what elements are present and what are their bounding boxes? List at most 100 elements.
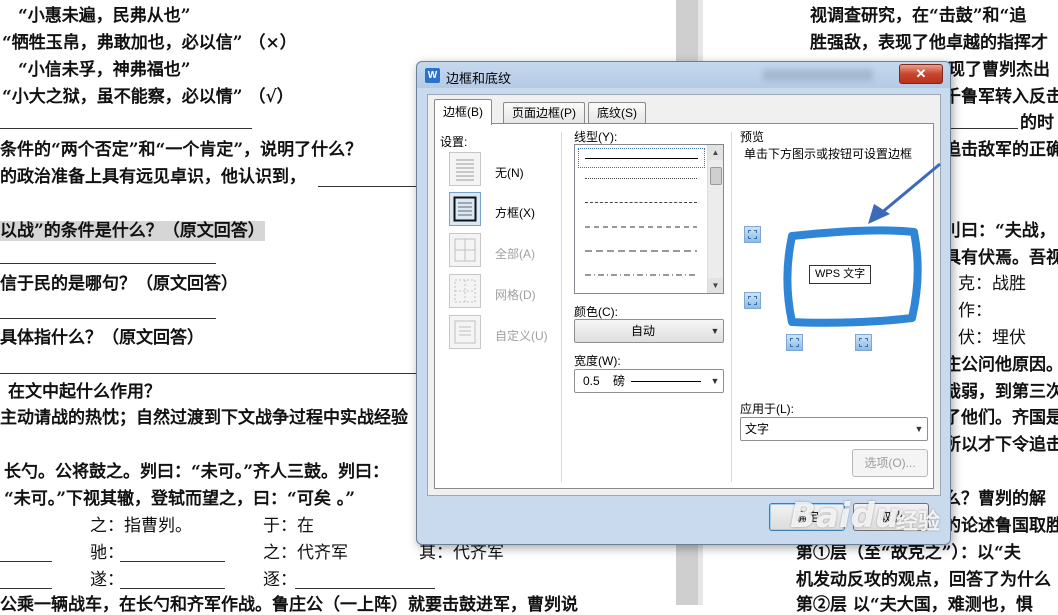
doc-line: 所以才下令追击 bbox=[944, 435, 1058, 455]
doc-line: “小信未孚，神弗福也” bbox=[18, 60, 191, 80]
answer-underline bbox=[0, 373, 416, 374]
options-button[interactable]: 选项(O)... bbox=[852, 449, 928, 477]
doc-line: 庄公问他原因。 bbox=[944, 355, 1058, 375]
line-style-label: 线型(Y): bbox=[574, 130, 618, 144]
doc-line: 伏：埋伏 bbox=[958, 328, 1026, 348]
doc-line: 的时 bbox=[1020, 113, 1054, 133]
apply-to-select[interactable]: 文字 ▼ bbox=[740, 417, 928, 441]
color-value: 自动 bbox=[631, 324, 656, 338]
wps-app-icon: W bbox=[425, 68, 440, 83]
watermark-suffix: 经验 bbox=[896, 510, 941, 535]
doc-line: 现了曹刿杰出 bbox=[948, 60, 1050, 80]
chevron-down-icon: ▼ bbox=[914, 424, 924, 434]
setting-custom-icon bbox=[449, 315, 481, 349]
answer-underline bbox=[120, 561, 225, 562]
doc-line: 机发动反攻的观点，回答了为什么 bbox=[796, 570, 1051, 590]
line-style-fine-dash[interactable] bbox=[579, 193, 703, 213]
close-button[interactable]: ✕ bbox=[899, 64, 943, 84]
borders-tab-panel: 设置: 无(N) 方框(X) 全部(A) 网格(D) 自定义(U) 线型(Y):… bbox=[434, 123, 934, 489]
apply-to-label: 应用于(L): bbox=[740, 402, 795, 416]
line-style-list[interactable]: ▲ ▼ bbox=[574, 144, 724, 294]
answer-underline bbox=[0, 128, 252, 129]
answer-underline bbox=[0, 318, 216, 319]
preview-hint: 单击下方图示或按钮可设置边框 bbox=[744, 147, 913, 161]
setting-none-icon[interactable] bbox=[449, 152, 481, 186]
color-select[interactable]: 自动 ▼ bbox=[574, 319, 724, 343]
line-style-solid[interactable] bbox=[578, 148, 705, 168]
setting-custom-label: 自定义(U) bbox=[495, 329, 548, 343]
width-label: 宽度(W): bbox=[574, 354, 621, 368]
doc-line: 克：战胜 bbox=[958, 274, 1026, 294]
scroll-thumb[interactable] bbox=[710, 167, 722, 185]
doc-line: 第②层 以“夫大国，难测也，惧 bbox=[796, 595, 1033, 615]
apply-to-value: 文字 bbox=[745, 422, 770, 436]
width-unit: 磅 bbox=[613, 374, 626, 388]
border-top-toggle-icon[interactable] bbox=[744, 226, 761, 243]
doc-line: 遂： bbox=[90, 570, 124, 590]
doc-line: 长勺。公将鼓之。刿曰：“未可。”齐人三鼓。刿曰： bbox=[4, 462, 390, 482]
doc-line: 胜强敌，表现了他卓越的指挥才 bbox=[810, 33, 1048, 53]
borders-shading-dialog: W 边框和底纹 ✕ 边框(B) 页面边框(P) 底纹(S) 设置: 无(N) 方… bbox=[416, 61, 951, 545]
doc-line: 哉弱，到第三次 bbox=[944, 382, 1058, 402]
border-bottom-toggle-icon[interactable] bbox=[744, 292, 761, 309]
line-style-long-dash[interactable] bbox=[579, 241, 703, 261]
settings-label: 设置: bbox=[440, 135, 468, 149]
setting-all-label: 全部(A) bbox=[495, 247, 535, 261]
doc-line: 公乘一辆战车，在长勺和齐军作战。鲁庄公（一上阵）就要击鼓进军，曹刿说 bbox=[0, 595, 578, 615]
highlighted-text: 以战”的条件是什么？（原文回答） bbox=[0, 221, 265, 241]
doc-line: 条件的“两个否定”和“一个肯定”，说明了什么？ bbox=[0, 140, 363, 160]
doc-line: 主动请战的热忱；自然过渡到下文战争过程中实战经验 bbox=[0, 408, 408, 428]
line-style-dash[interactable] bbox=[579, 217, 703, 237]
doc-line: 以战”的条件是什么？（原文回答） bbox=[0, 221, 265, 241]
border-left-toggle-icon[interactable] bbox=[786, 334, 803, 351]
title-bar-blur bbox=[763, 69, 873, 81]
column-divider bbox=[731, 132, 732, 482]
width-value: 0.5 bbox=[583, 374, 600, 388]
setting-all-icon bbox=[449, 233, 481, 267]
line-style-dotted[interactable] bbox=[579, 169, 703, 189]
chevron-down-icon: ▼ bbox=[710, 326, 720, 336]
column-divider bbox=[561, 132, 562, 482]
scroll-up-icon[interactable]: ▲ bbox=[708, 145, 723, 160]
doc-line: 逐： bbox=[263, 570, 297, 590]
answer-underline bbox=[0, 588, 52, 589]
doc-line: 驰： bbox=[90, 543, 124, 563]
watermark-brand: Baidu bbox=[790, 496, 900, 536]
doc-line: “小大之狱，虽不能察，必以情” （√） bbox=[2, 87, 294, 107]
answer-underline bbox=[0, 561, 52, 562]
answer-underline bbox=[0, 263, 216, 264]
dialog-client-area: 边框(B) 页面边框(P) 底纹(S) 设置: 无(N) 方框(X) 全部(A)… bbox=[427, 94, 941, 496]
width-select[interactable]: 0.5 磅 ▼ bbox=[574, 369, 724, 393]
tab-shading[interactable]: 底纹(S) bbox=[588, 102, 646, 124]
doc-line: 信于民的是哪句？（原文回答） bbox=[0, 274, 238, 294]
doc-line: 了他们。齐国是 bbox=[944, 408, 1058, 428]
line-style-scrollbar[interactable]: ▲ ▼ bbox=[707, 145, 723, 293]
doc-line: “牺牲玉帛，弗敢加也，必以信” （×） bbox=[2, 33, 297, 53]
doc-line: 第①层（至“故克之”）：以“夫 bbox=[796, 543, 1021, 563]
doc-line: 具体指什么？（原文回答） bbox=[0, 328, 204, 348]
doc-line: 其：代齐军 bbox=[419, 543, 504, 563]
color-label: 颜色(C): bbox=[574, 305, 618, 319]
preview-label: 预览 bbox=[740, 130, 765, 144]
setting-grid-icon bbox=[449, 274, 481, 308]
doc-line: 作： bbox=[958, 301, 992, 321]
answer-underline bbox=[295, 588, 435, 589]
tab-borders[interactable]: 边框(B) bbox=[434, 99, 492, 125]
scroll-down-icon[interactable]: ▼ bbox=[708, 278, 723, 293]
setting-box-label[interactable]: 方框(X) bbox=[495, 204, 535, 221]
border-right-toggle-icon[interactable] bbox=[855, 334, 872, 351]
setting-none-label[interactable]: 无(N) bbox=[495, 164, 524, 181]
doc-line: 的论述鲁国取胜 bbox=[944, 516, 1058, 536]
dialog-title: 边框和底纹 bbox=[446, 71, 512, 86]
doc-line: 之：指曹刿。 bbox=[90, 516, 192, 536]
answer-underline bbox=[120, 588, 225, 589]
line-style-dash-dot[interactable] bbox=[579, 265, 703, 285]
answer-underline bbox=[944, 128, 1018, 129]
preview-sample-text: WPS 文字 bbox=[809, 265, 872, 284]
doc-line: “未可。”下视其辙，登轼而望之，曰：“可矣 。” bbox=[4, 489, 356, 509]
tab-page-border[interactable]: 页面边框(P) bbox=[503, 102, 585, 124]
doc-line: 么？曹刿的解 bbox=[944, 489, 1046, 509]
doc-line: 视调查研究，在“击鼓”和“追 bbox=[810, 6, 1027, 26]
doc-line: 在文中起什么作用？ bbox=[8, 382, 161, 402]
setting-box-icon[interactable] bbox=[449, 192, 481, 226]
